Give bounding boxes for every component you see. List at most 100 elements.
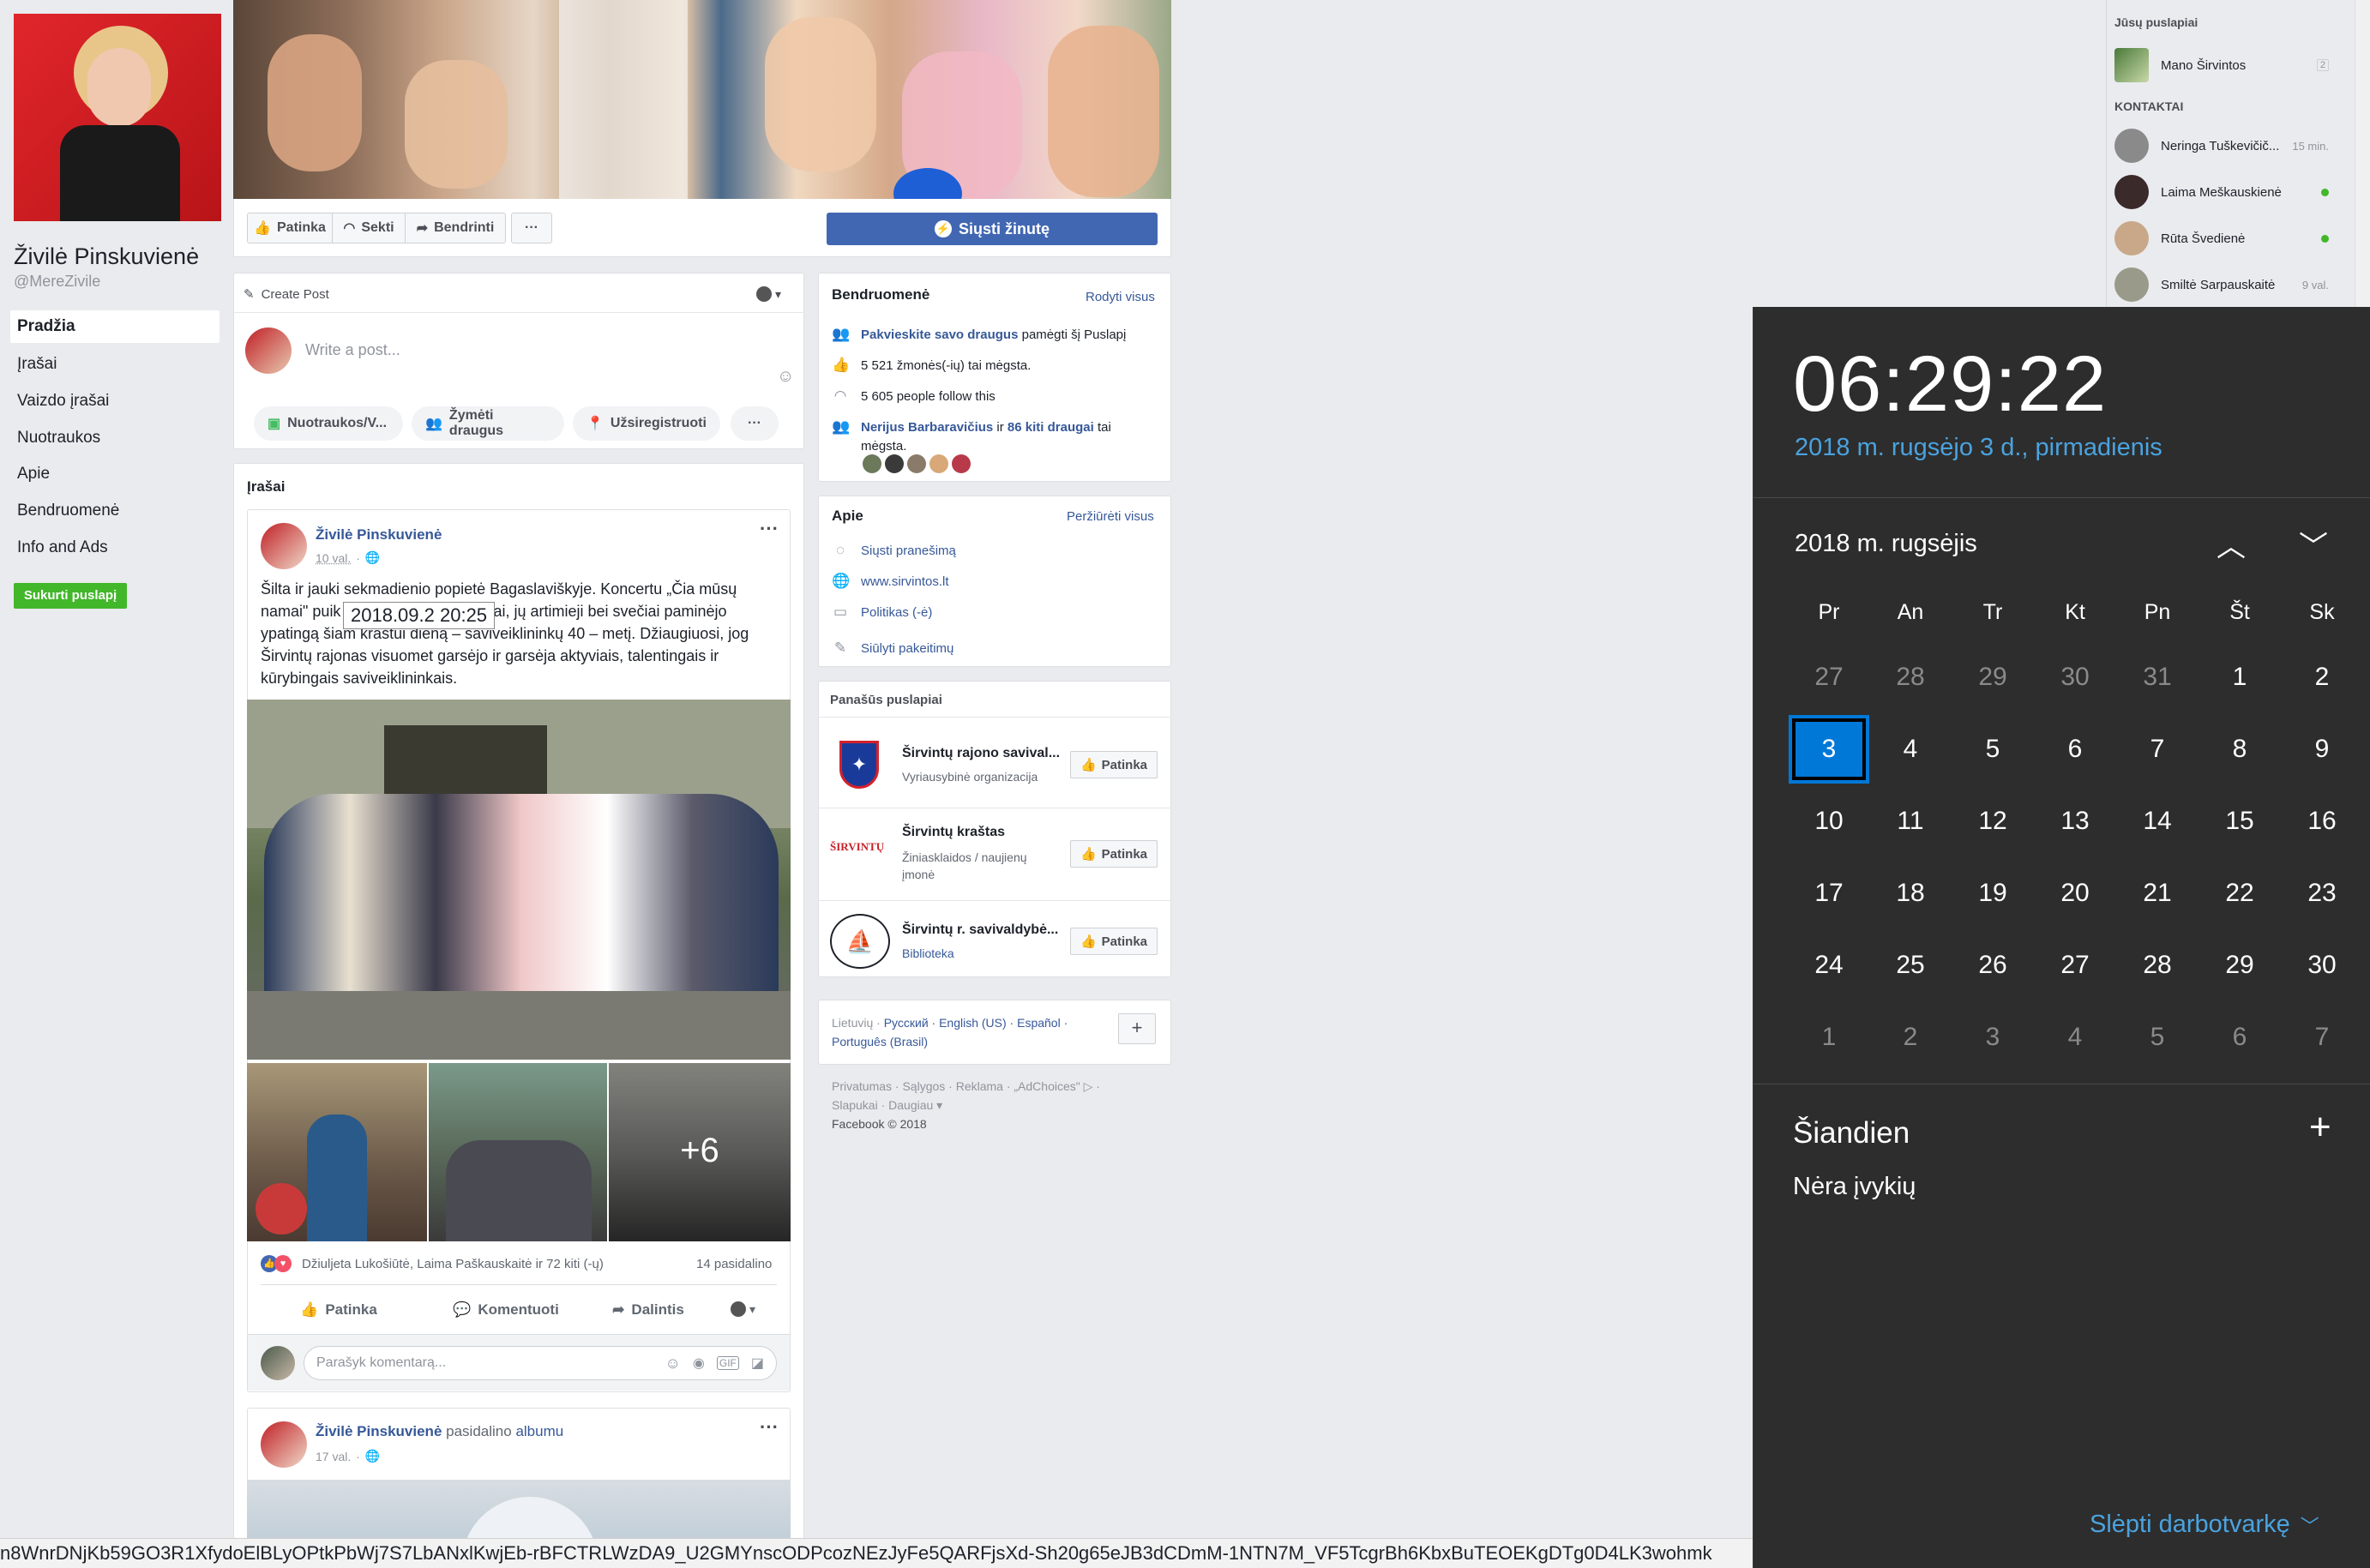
nav-posts[interactable]: Įrašai (10, 348, 220, 381)
calendar-day[interactable]: 5 (1956, 718, 2030, 780)
post-composer-input[interactable]: Write a post... (305, 341, 768, 359)
calendar-day[interactable]: 25 (1874, 934, 1947, 996)
contact-row[interactable]: Laima Meškauskienė (2114, 175, 2329, 209)
share-page-button[interactable]: ➦ Bendrinti (405, 213, 506, 243)
chevron-down-icon[interactable]: ﹀ (2299, 523, 2328, 565)
clock-date[interactable]: 2018 m. rugsėjo 3 d., pirmadienis (1795, 434, 2162, 462)
like-page-button[interactable]: 👍 Patinka (247, 213, 333, 243)
gif-icon[interactable]: GIF (716, 1356, 739, 1370)
calendar-day[interactable]: 30 (2038, 646, 2112, 708)
nav-home[interactable]: Pradžia (10, 310, 220, 343)
calendar-day[interactable]: 30 (2285, 934, 2359, 996)
nav-about[interactable]: Apie (10, 458, 220, 490)
about-message-row[interactable]: ◌ Siųsti pranešimą (832, 542, 956, 561)
about-website-row[interactable]: 🌐 www.sirvintos.lt (832, 573, 949, 592)
similar-page-2-logo[interactable]: ŠIRVINTŲ (830, 840, 892, 854)
follow-page-button[interactable]: ◠ Sekti (332, 213, 406, 243)
similar-page-2-like-button[interactable]: 👍 Patinka (1070, 840, 1158, 868)
calendar-day[interactable]: 27 (2038, 934, 2112, 996)
similar-page-3-like-button[interactable]: 👍 Patinka (1070, 928, 1158, 955)
calendar-day[interactable]: 7 (2120, 718, 2194, 780)
comment-input[interactable]: Parašyk komentarą... ☺ ◉ GIF ◪ (304, 1346, 777, 1380)
calendar-day[interactable]: 27 (1792, 646, 1866, 708)
friend-avatar[interactable] (863, 454, 881, 473)
calendar-day[interactable]: 2 (2285, 646, 2359, 708)
calendar-day[interactable]: 15 (2203, 790, 2277, 852)
calendar-day[interactable]: 19 (1956, 862, 2030, 924)
footer-links[interactable]: Privatumas · Sąlygos · Reklama · „AdChoi… (832, 1077, 1100, 1096)
post-photo-2[interactable] (247, 1063, 427, 1241)
shares-count[interactable]: 14 pasidalino (696, 1257, 772, 1271)
about-suggest-row[interactable]: ✎ Siūlyti pakeitimų (832, 640, 954, 658)
calendar-day[interactable]: 13 (2038, 790, 2112, 852)
calendar-day[interactable]: 8 (2203, 718, 2277, 780)
friend-avatar[interactable] (929, 454, 948, 473)
post2-options-button[interactable]: ··· (760, 1416, 779, 1439)
nav-videos[interactable]: Vaizdo įrašai (10, 385, 220, 418)
calendar-day[interactable]: 6 (2203, 1006, 2277, 1068)
chevron-up-icon[interactable]: ︿ (2217, 523, 2246, 565)
create-post-header[interactable]: ✎ Create Post (244, 286, 329, 303)
calendar-day[interactable]: 5 (2120, 1006, 2194, 1068)
community-see-all[interactable]: Rodyti visus (1086, 290, 1155, 304)
about-category-row[interactable]: ▭ Politikas (-ė) (832, 604, 932, 622)
calendar-day[interactable]: 17 (1792, 862, 1866, 924)
calendar-day[interactable]: 12 (1956, 790, 2030, 852)
calendar-day[interactable]: 10 (1792, 790, 1866, 852)
calendar-day[interactable]: 11 (1874, 790, 1947, 852)
camera-icon[interactable]: ◉ (693, 1355, 705, 1372)
post-photo-4[interactable]: +6 (609, 1063, 791, 1241)
contact-row[interactable]: Rūta Švedienė (2114, 221, 2329, 255)
calendar-day[interactable]: 7 (2285, 1006, 2359, 1068)
similar-page-3-logo[interactable]: ⛵ (830, 914, 890, 969)
hide-agenda-link[interactable]: Slėpti darbotvarkę ﹀ (2090, 1511, 2319, 1539)
calendar-day[interactable]: 16 (2285, 790, 2359, 852)
similar-page-3-name[interactable]: Širvintų r. savivaldybė... (902, 922, 1058, 938)
calendar-day[interactable]: 21 (2120, 862, 2194, 924)
post-author-avatar[interactable] (261, 523, 307, 569)
post2-album-link[interactable]: albumu (515, 1423, 563, 1439)
check-in-button[interactable]: 📍 Užsiregistruoti (573, 406, 720, 441)
chat-sidebar-scrollbar[interactable] (2355, 0, 2370, 309)
calendar-day[interactable]: 3 (1956, 1006, 2030, 1068)
similar-page-1-logo[interactable]: ✦ (835, 739, 883, 790)
similar-page-2-name[interactable]: Širvintų kraštas (902, 825, 1005, 840)
language-link-portuguese[interactable]: Português (Brasil) (832, 1035, 928, 1048)
similar-page-3-category[interactable]: Biblioteka (902, 946, 954, 960)
calendar-day[interactable]: 2 (1874, 1006, 1947, 1068)
calendar-day[interactable]: 6 (2038, 718, 2112, 780)
friend-avatar[interactable] (952, 454, 971, 473)
post2-author-name[interactable]: Živilė Pinskuvienė (316, 1423, 442, 1439)
more-composer-actions[interactable]: ··· (731, 406, 779, 441)
friend-avatar[interactable] (885, 454, 904, 473)
sticker-icon[interactable]: ◪ (751, 1355, 764, 1372)
calendar-day[interactable]: 28 (2120, 934, 2194, 996)
photo-video-button[interactable]: ▣ Nuotraukos/V... (254, 406, 403, 441)
reaction-as-selector[interactable]: ▾ (731, 1301, 755, 1317)
emoji-icon[interactable]: ☺ (777, 367, 794, 387)
calendar-day[interactable]: 9 (2285, 718, 2359, 780)
calendar-day[interactable]: 28 (1874, 646, 1947, 708)
calendar-day[interactable]: 4 (1874, 718, 1947, 780)
calendar-day[interactable]: 26 (1956, 934, 2030, 996)
calendar-day[interactable]: 23 (2285, 862, 2359, 924)
nav-community[interactable]: Bendruomenė (10, 495, 220, 527)
post2-author-avatar[interactable] (261, 1421, 307, 1468)
calendar-day[interactable]: 29 (1956, 646, 2030, 708)
tag-friends-button[interactable]: 👥 Žymėti draugus (412, 406, 564, 441)
profile-name[interactable]: Živilė Pinskuvienė (14, 243, 199, 270)
add-language-button[interactable]: + (1118, 1013, 1156, 1044)
calendar-day[interactable]: 1 (1792, 1006, 1866, 1068)
reactions-summary[interactable]: Džiuljeta Lukošiūtė, Laima Paškauskaitė … (302, 1257, 604, 1271)
nav-photos[interactable]: Nuotraukos (10, 422, 220, 454)
post-options-button[interactable]: ··· (760, 518, 779, 540)
cover-photo[interactable] (233, 0, 1171, 199)
calendar-day[interactable]: 29 (2203, 934, 2277, 996)
post-as-selector[interactable]: ▾ (756, 286, 781, 302)
calendar-day[interactable]: 14 (2120, 790, 2194, 852)
post-photo-3[interactable] (429, 1063, 607, 1241)
your-page-row[interactable]: Mano Širvintos 2 (2114, 48, 2329, 82)
calendar-day-today[interactable]: 3 (1789, 715, 1869, 784)
post-author-name[interactable]: Živilė Pinskuvienė (316, 526, 442, 544)
post-comment-button[interactable]: 💬 Komentuoti (429, 1295, 583, 1325)
